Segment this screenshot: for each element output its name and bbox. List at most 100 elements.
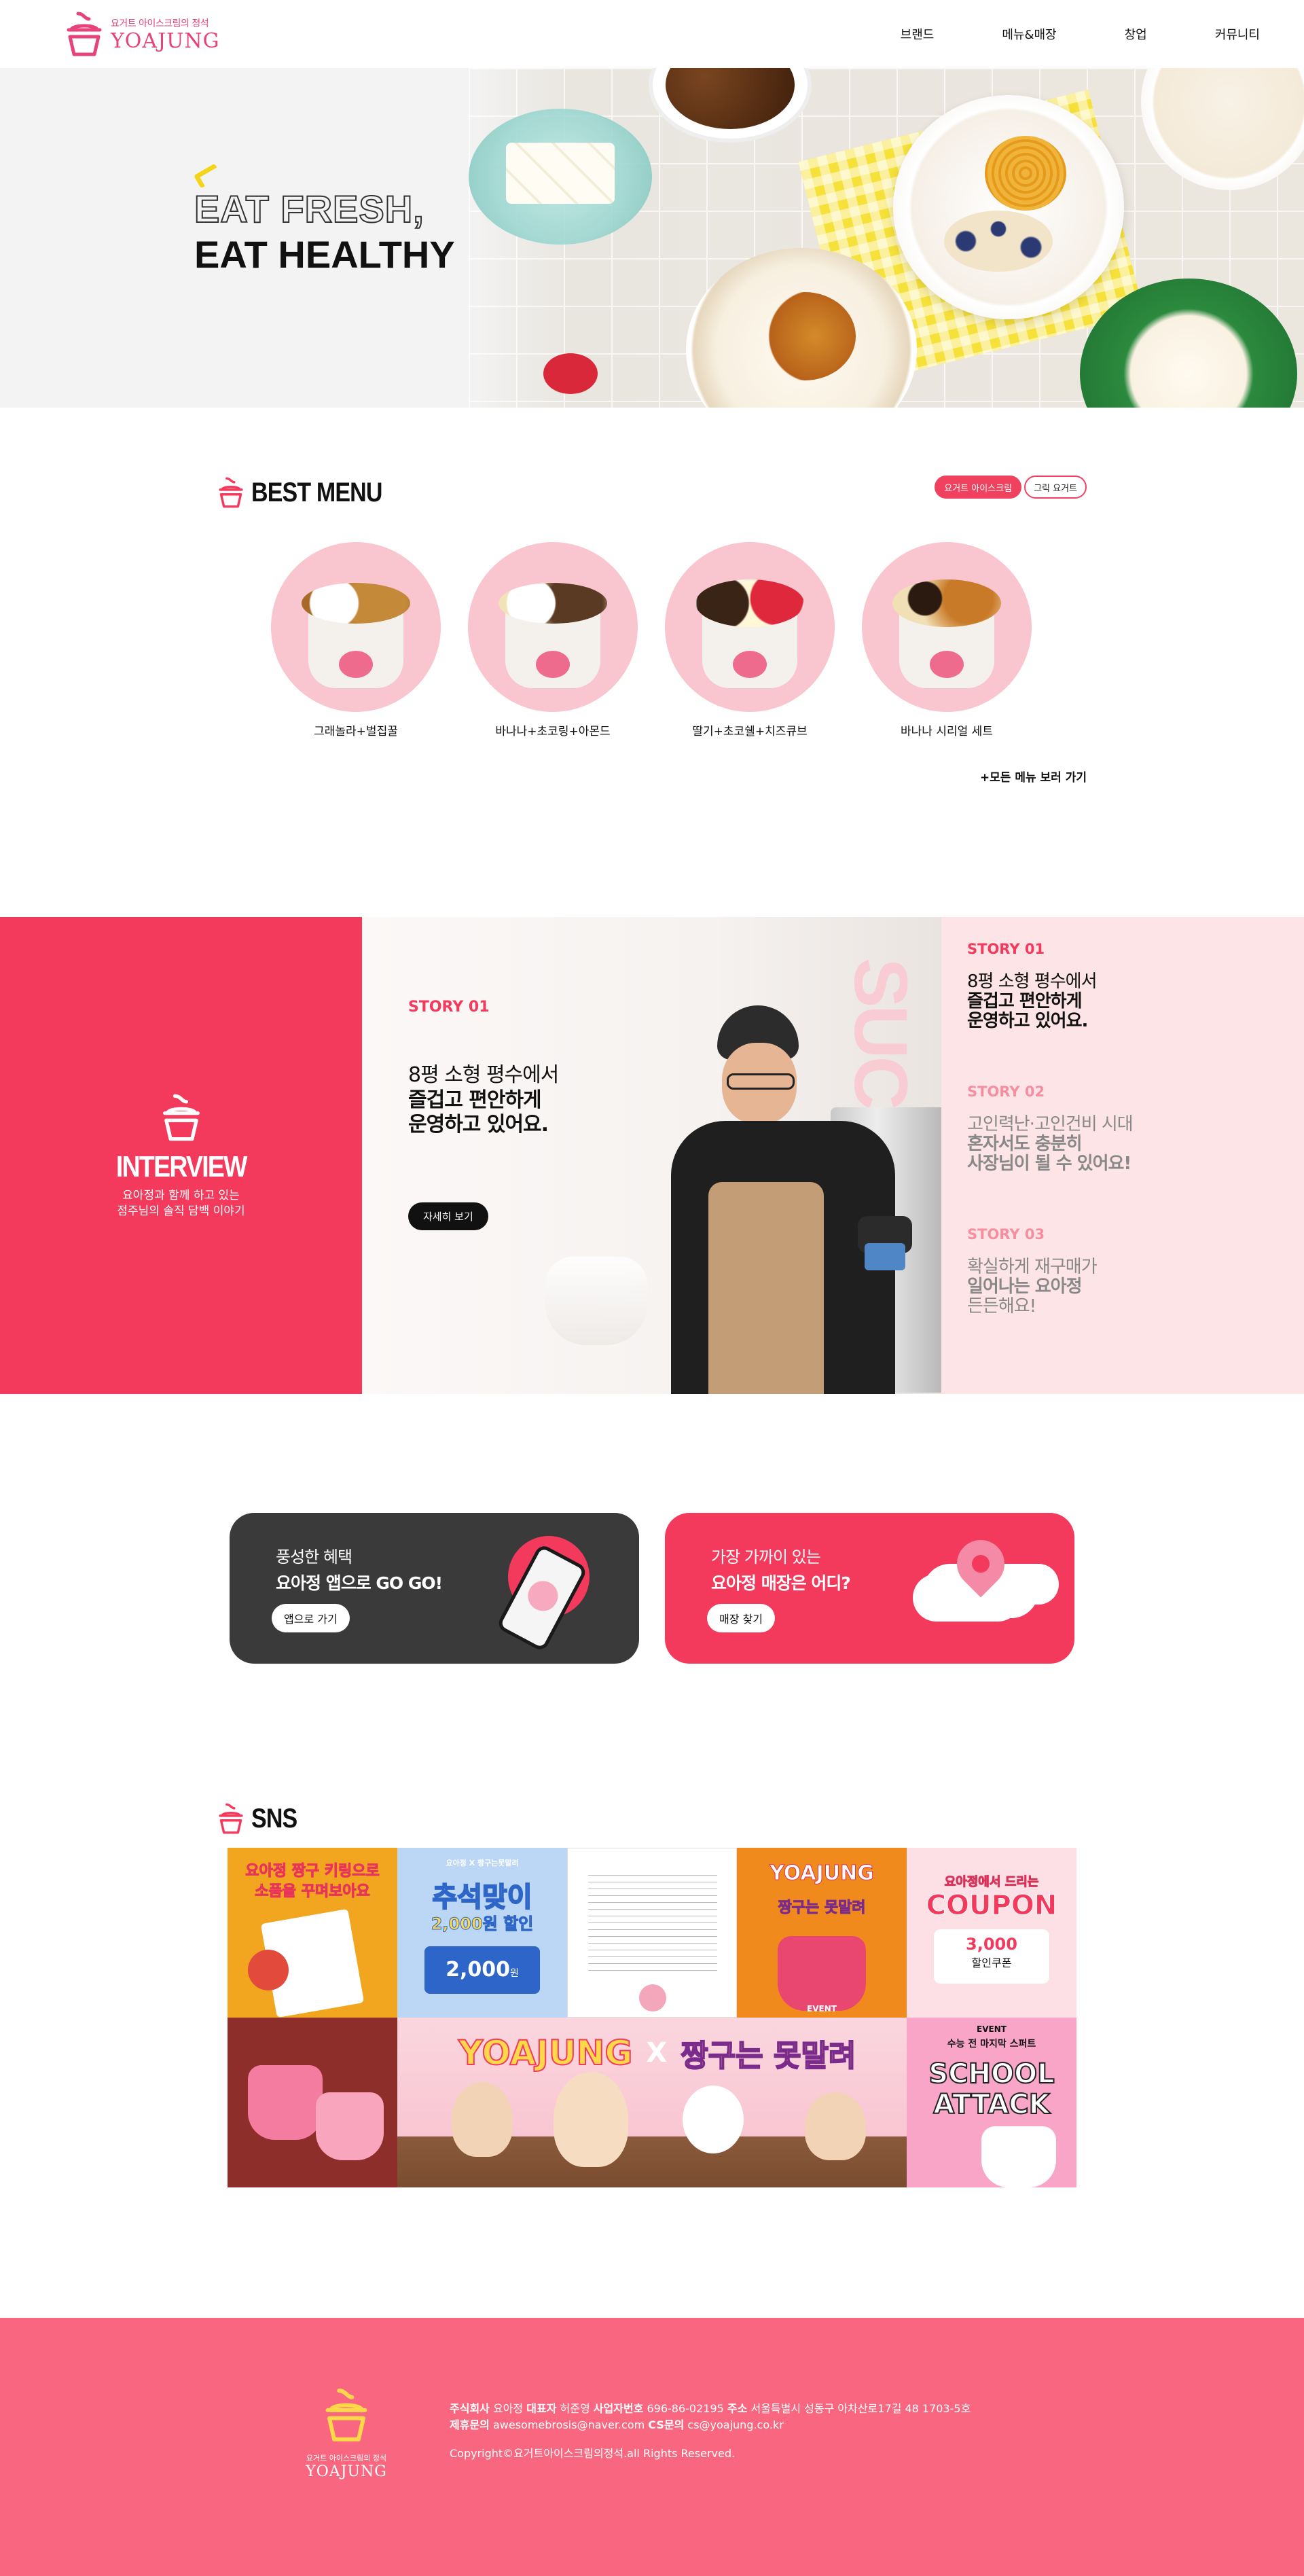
sns-post-notice[interactable] xyxy=(567,1848,737,2018)
post-event-tag: EVENT xyxy=(977,2024,1007,2034)
best-menu-heading: BEST MENU xyxy=(217,476,405,509)
pitcher-image xyxy=(545,1257,647,1345)
interview-feature: SUCC STORY 01 8평 소형 평수에서 즐겁고 편안하게 운영하고 있… xyxy=(362,917,941,1394)
nav-item-menu-store[interactable]: 메뉴&매장 xyxy=(1002,25,1056,43)
sns-post-coupon[interactable]: 요아정에서 드리는 COUPON 3,000 할인쿠폰 xyxy=(907,1848,1076,2018)
nav-item-brand[interactable]: 브랜드 xyxy=(901,25,935,43)
interview-intro: INTERVIEW 요아정과 함께 하고 있는 점주님의 솔직 담백 이야기 xyxy=(0,917,362,1394)
character-image xyxy=(554,2072,628,2167)
interview-subtitle-line-1: 요아정과 함께 하고 있는 xyxy=(122,1189,240,1203)
logo-name: YOAJUNG xyxy=(111,29,220,53)
menu-item-name: 바나나+초코링+아몬드 xyxy=(495,725,611,738)
cheese-cubes xyxy=(506,143,615,204)
menu-item-banana-choco[interactable]: 바나나+초코링+아몬드 xyxy=(468,542,638,738)
strawberry xyxy=(543,353,598,394)
best-menu-section: BEST MENU 요거트 아이스크림 그릭 요거트 그래놀라+벌집꿀 바나나+… xyxy=(0,408,1304,917)
nav-item-community[interactable]: 커뮤니티 xyxy=(1215,25,1260,43)
tab-greek-yogurt[interactable]: 그릭 요거트 xyxy=(1024,476,1087,499)
menu-item-strawberry-choco[interactable]: 딸기+초코쉘+치즈큐브 xyxy=(665,542,835,738)
sns-post-collab-banner[interactable]: YOAJUNG X 짱구는 못말려 xyxy=(397,2018,907,2187)
coupon-card: 2,000원 xyxy=(424,1946,540,1994)
ceo-name: 허준영 xyxy=(560,2402,590,2415)
app-cta-card[interactable]: 풍성한 혜택 요아정 앱으로 GO GO! 앱으로 가기 xyxy=(230,1513,639,1664)
hero-food-photo xyxy=(469,68,1304,408)
notice-text-lines xyxy=(588,1869,717,1971)
story-line: 일어나는 요아정 xyxy=(967,1276,1082,1298)
copyright: Copyright©요거트아이스크림의정석.all Rights Reserve… xyxy=(450,2447,736,2460)
logo[interactable]: 요거트 아이스크림의 정석 YOAJUNG xyxy=(65,10,220,58)
story-line: 확실하게 재구매가 xyxy=(967,1257,1098,1277)
menu-item-granola-honey[interactable]: 그래놀라+벌집꿀 xyxy=(271,542,441,738)
yogurt-cup-icon xyxy=(219,1803,243,1834)
cup-image xyxy=(248,2065,323,2140)
site-header: 요거트 아이스크림의 정석 YOAJUNG 브랜드 메뉴&매장 창업 커뮤니티 xyxy=(0,0,1304,68)
coupon-unit: 원 xyxy=(510,1968,519,1979)
story-item-01[interactable]: STORY 01 8평 소형 평수에서 즐겁고 편안하게 운영하고 있어요. xyxy=(967,941,1098,1031)
menu-image xyxy=(271,542,441,712)
cup-image xyxy=(316,2092,384,2160)
post-title: 추석맞이 xyxy=(431,1881,532,1914)
banner-logo-row: YOAJUNG X 짱구는 못말려 xyxy=(458,2031,856,2075)
story-label: STORY 03 xyxy=(967,1226,1045,1242)
hero-line-2: EAT HEALTHY xyxy=(194,233,455,276)
main-nav: 브랜드 메뉴&매장 창업 커뮤니티 xyxy=(833,0,1260,68)
yogurt-cup-icon xyxy=(162,1094,200,1141)
address: 서울특별시 성동구 아차산로17길 48 1703-5호 xyxy=(750,2402,971,2415)
company-info: 주식회사 요아정 대표자 허준영 사업자번호 696-86-02195 주소 서… xyxy=(450,2401,971,2462)
story-item-02[interactable]: STORY 02 고인력난·고인건비 시대 혼자서도 충분히 사장님이 될 수 … xyxy=(967,1084,1134,1175)
menu-image xyxy=(468,542,638,712)
post-title: COUPON xyxy=(926,1890,1057,1922)
menu-item-name: 딸기+초코쉘+치즈큐브 xyxy=(692,725,808,738)
sns-heading: SNS xyxy=(217,1802,305,1836)
menu-item-banana-cereal[interactable]: 바나나 시리얼 세트 xyxy=(862,542,1032,738)
sns-post-chuseok[interactable]: 요아정 X 짱구는못말려 추석맞이 2,000원 할인 2,000원 xyxy=(397,1848,567,2018)
story-text: 확실하게 재구매가 일어나는 요아정 든든해요! xyxy=(967,1257,1098,1317)
interview-section: INTERVIEW 요아정과 함께 하고 있는 점주님의 솔직 담백 이야기 S… xyxy=(0,917,1304,1394)
character-image xyxy=(452,2082,513,2157)
coupon-subtitle: 할인쿠폰 xyxy=(971,1956,1012,1969)
story-label: STORY 02 xyxy=(967,1084,1045,1100)
story-item-03[interactable]: STORY 03 확실하게 재구매가 일어나는 요아정 든든해요! xyxy=(967,1226,1098,1317)
post-event-tag: EVENT xyxy=(807,2004,837,2014)
nav-item-franchise[interactable]: 창업 xyxy=(1125,25,1147,43)
partnership-email[interactable]: awesomebrosis@naver.com xyxy=(493,2418,645,2431)
sns-post-collab-event[interactable]: YOAJUNG 짱구는 못말려 EVENT xyxy=(737,1848,907,2018)
sns-section: SNS 요아정 짱구 키링으로 소품을 꾸며보아요 요아정 X 짱구는못말려 추… xyxy=(0,1734,1304,2318)
menu-item-name: 바나나 시리얼 세트 xyxy=(901,725,993,738)
post-logo: YOAJUNG xyxy=(769,1861,875,1886)
post-caption: 수능 전 마지막 스퍼트 xyxy=(947,2039,1036,2050)
owner-photo xyxy=(671,1005,916,1394)
go-to-app-button[interactable]: 앱으로 가기 xyxy=(272,1604,350,1632)
story-line: 고인력난·고인건비 시대 xyxy=(967,1114,1134,1134)
blueberries xyxy=(944,211,1053,272)
story-line: 사장님이 될 수 있어요! xyxy=(967,1153,1131,1175)
sns-grid: 요아정 짱구 키링으로 소품을 꾸며보아요 요아정 X 짱구는못말려 추석맞이 … xyxy=(228,1848,1076,2187)
store-cta-card[interactable]: 가장 가까이 있는 요아정 매장은 어디? 매장 찾기 xyxy=(665,1513,1074,1664)
sns-post-school-attack[interactable]: EVENT 수능 전 마지막 스퍼트 SCHOOL ATTACK xyxy=(907,2018,1076,2187)
sns-title: SNS xyxy=(251,1803,297,1833)
hero-headline: EAT FRESH, EAT HEALTHY xyxy=(194,187,455,276)
footer-logo-name: YOAJUNG xyxy=(306,2463,387,2480)
tab-yogurt-icecream[interactable]: 요거트 아이스크림 xyxy=(935,476,1022,499)
sns-post-keyring[interactable]: 요아정 짱구 키링으로 소품을 꾸며보아요 xyxy=(228,1848,397,2018)
story-text: 고인력난·고인건비 시대 혼자서도 충분히 사장님이 될 수 있어요! xyxy=(967,1114,1134,1175)
find-store-button[interactable]: 매장 찾기 xyxy=(707,1604,775,1632)
honeycomb xyxy=(985,136,1066,211)
story-list: STORY 01 8평 소형 평수에서 즐겁고 편안하게 운영하고 있어요. S… xyxy=(941,917,1304,1394)
post-title-2: ATTACK xyxy=(932,2088,1051,2121)
story-line: 든든해요! xyxy=(967,1296,1036,1317)
coupon-amount: 2,000 xyxy=(446,1958,510,1982)
post-subtitle: 짱구는 못말려 xyxy=(778,1899,866,1917)
sns-post-cups-photo[interactable] xyxy=(228,2018,397,2187)
keyring-image xyxy=(248,1950,289,1990)
character-image xyxy=(805,2092,866,2160)
footer-logo[interactable]: 요거트 아이스크림의 정석 YOAJUNG xyxy=(306,2386,387,2480)
character-image xyxy=(683,2086,744,2153)
cup-image xyxy=(981,2126,1056,2187)
see-all-menu-link[interactable]: +모든 메뉴 보러 가기 xyxy=(980,768,1087,785)
business-number-label: 사업자번호 xyxy=(593,2402,644,2415)
cs-email[interactable]: cs@yoajung.co.kr xyxy=(687,2418,783,2431)
interview-subtitle: 요아정과 함께 하고 있는 점주님의 솔직 담백 이야기 xyxy=(117,1188,244,1219)
view-details-button[interactable]: 자세히 보기 xyxy=(408,1202,488,1230)
banner-subtitle: 짱구는 못말려 xyxy=(680,2038,856,2074)
